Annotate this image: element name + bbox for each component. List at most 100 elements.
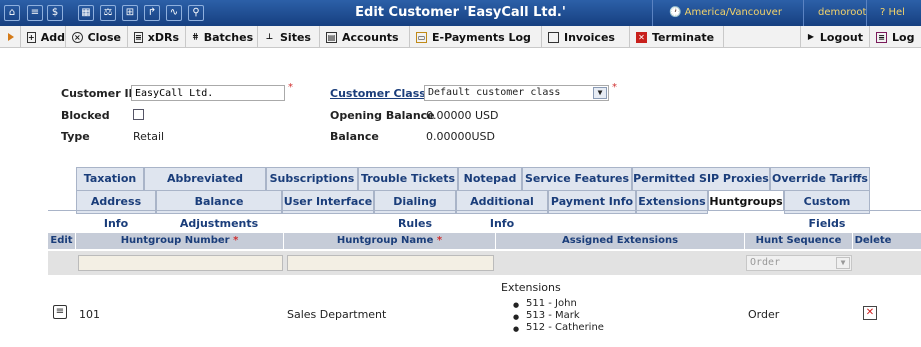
add-label: Add [40, 30, 65, 44]
edit-icon[interactable]: ≡ [53, 305, 67, 319]
timezone-link[interactable]: 🕐 America/Vancouver [669, 7, 782, 18]
extensions-heading: Extensions [501, 281, 561, 294]
help-label: Hel [888, 7, 905, 18]
blocked-checkbox[interactable] [133, 109, 144, 120]
terminate-label: Terminate [652, 30, 715, 44]
accounts-icon: ▤ [326, 31, 337, 43]
tab-notepad[interactable]: Notepad [458, 167, 522, 191]
huntgroup-number: 101 [79, 308, 100, 321]
page-title: Edit Customer 'EasyCall Ltd.' [355, 5, 566, 20]
invoice-icon [548, 31, 559, 43]
col-huntgroup-name[interactable]: Huntgroup Name * [284, 233, 495, 249]
timezone-text: America/Vancouver [684, 7, 782, 18]
hunt-sequence-value: Order [748, 308, 780, 321]
list-item: 512 - Catherine [513, 322, 604, 335]
invoices-label: Invoices [564, 30, 615, 44]
list-item: 513 - Mark [513, 310, 604, 323]
col-delete: Delete [854, 235, 892, 246]
customer-class-link[interactable]: Customer Class [330, 87, 426, 100]
log-label: Log [892, 30, 915, 44]
card-icon: ▭ [416, 31, 427, 43]
col-hunt-sequence: Hunt Sequence [755, 235, 842, 246]
dollar-icon[interactable]: $ [47, 5, 63, 21]
epayments-log-button[interactable]: ▭ E-Payments Log [410, 26, 542, 48]
close-label: Close [87, 30, 121, 44]
col-huntgroup-name-label: Huntgroup Name [336, 235, 434, 246]
tab-divider [48, 210, 921, 211]
xdrs-label: xDRs [147, 30, 179, 44]
type-label: Type [61, 130, 90, 143]
close-button[interactable]: × Close [66, 26, 128, 48]
route-icon[interactable]: ↱ [144, 5, 160, 21]
customer-class-value: Default customer class [428, 87, 561, 98]
balance-icon[interactable]: ⚖ [100, 5, 116, 21]
list-icon[interactable]: ≡ [27, 5, 43, 21]
batches-icon: ⋕ [192, 31, 199, 41]
epayments-label: E-Payments Log [432, 30, 531, 44]
sites-button[interactable]: ⊥ Sites [258, 26, 320, 48]
balance-label: Balance [330, 130, 379, 143]
invoices-button[interactable]: Invoices [542, 26, 630, 48]
log-button[interactable]: ≡ Log [870, 26, 921, 48]
accounts-label: Accounts [342, 30, 399, 44]
hunt-sequence-filter[interactable]: Order ▼ [746, 255, 852, 271]
add-button[interactable]: + Add [20, 26, 66, 48]
tab-subscriptions[interactable]: Subscriptions [266, 167, 358, 191]
col-assigned-extensions: Assigned Extensions [561, 235, 679, 246]
delete-icon[interactable]: ✕ [863, 306, 877, 320]
tab-override-tariffs[interactable]: Override Tariffs [770, 167, 870, 191]
customer-id-input[interactable] [131, 85, 285, 101]
network-icon[interactable]: ⊞ [122, 5, 138, 21]
batches-button[interactable]: ⋕ Batches [186, 26, 258, 48]
home-icon[interactable]: ⌂ [4, 5, 20, 21]
help-link[interactable]: ? Hel [880, 7, 905, 18]
balance-value: 0.00000USD [426, 130, 495, 143]
logout-button[interactable]: ▶ Logout [800, 26, 870, 48]
close-icon: × [72, 31, 83, 43]
huntgroup-name-filter[interactable] [287, 255, 494, 271]
huntgroup-number-filter[interactable] [78, 255, 283, 271]
xdrs-button[interactable]: ≡ xDRs [128, 26, 186, 48]
sites-label: Sites [280, 30, 311, 44]
toolbar: + Add × Close ≡ xDRs ⋕ Batches ⊥ Sites ▤ Accou… [0, 26, 921, 48]
batches-label: Batches [203, 30, 254, 44]
type-value: Retail [133, 130, 165, 143]
chevron-down-icon: ▼ [836, 257, 850, 269]
tab-trouble-tickets[interactable]: Trouble Tickets [358, 167, 458, 191]
search-icon[interactable]: ⚲ [188, 5, 204, 21]
customer-id-label: Customer ID [61, 87, 138, 100]
nav-arrow-icon [8, 33, 14, 41]
chevron-down-icon: ▼ [593, 87, 607, 99]
logout-icon: ▶ [807, 31, 815, 41]
title-bar: ⌂ ≡ $ ▦ ⚖ ⊞ ↱ ∿ ⚲ Edit Customer 'EasyCal… [0, 0, 921, 26]
tab-taxation[interactable]: Taxation [76, 167, 144, 191]
user-name[interactable]: demoroot [818, 7, 866, 18]
tab-huntgroups[interactable]: Huntgroups [708, 190, 784, 211]
col-huntgroup-number[interactable]: Huntgroup Number * [76, 233, 283, 249]
hunt-sequence-filter-value: Order [750, 257, 781, 268]
chart-icon[interactable]: ∿ [166, 5, 182, 21]
customer-class-select[interactable]: Default customer class ▼ [424, 85, 609, 101]
opening-balance-label: Opening Balance [330, 109, 435, 122]
grid-icon[interactable]: ▦ [78, 5, 94, 21]
required-marker: * [233, 235, 239, 246]
list-item: 511 - John [513, 298, 604, 311]
logout-label: Logout [819, 30, 863, 44]
accounts-button[interactable]: ▤ Accounts [320, 26, 410, 48]
log-icon: ≡ [876, 31, 887, 43]
tab-service-features[interactable]: Service Features [522, 167, 632, 191]
terminate-button[interactable]: ✕ Terminate [630, 26, 724, 48]
col-edit: Edit [50, 235, 73, 246]
required-marker: * [612, 82, 617, 93]
extensions-list: 511 - John 513 - Mark 512 - Catherine [513, 298, 604, 335]
help-icon: ? [880, 7, 886, 18]
required-marker: * [288, 82, 293, 93]
opening-balance-value: 0.00000 USD [426, 109, 499, 122]
required-marker: * [436, 235, 443, 246]
tab-permitted-sip-proxies[interactable]: Permitted SIP Proxies [632, 167, 770, 191]
huntgroup-name: Sales Department [287, 308, 387, 321]
tab-abbreviated-dialing[interactable]: Abbreviated Dialing [144, 167, 266, 207]
document-icon: ≡ [134, 31, 143, 43]
blocked-label: Blocked [61, 109, 110, 122]
sites-icon: ⊥ [265, 31, 274, 41]
